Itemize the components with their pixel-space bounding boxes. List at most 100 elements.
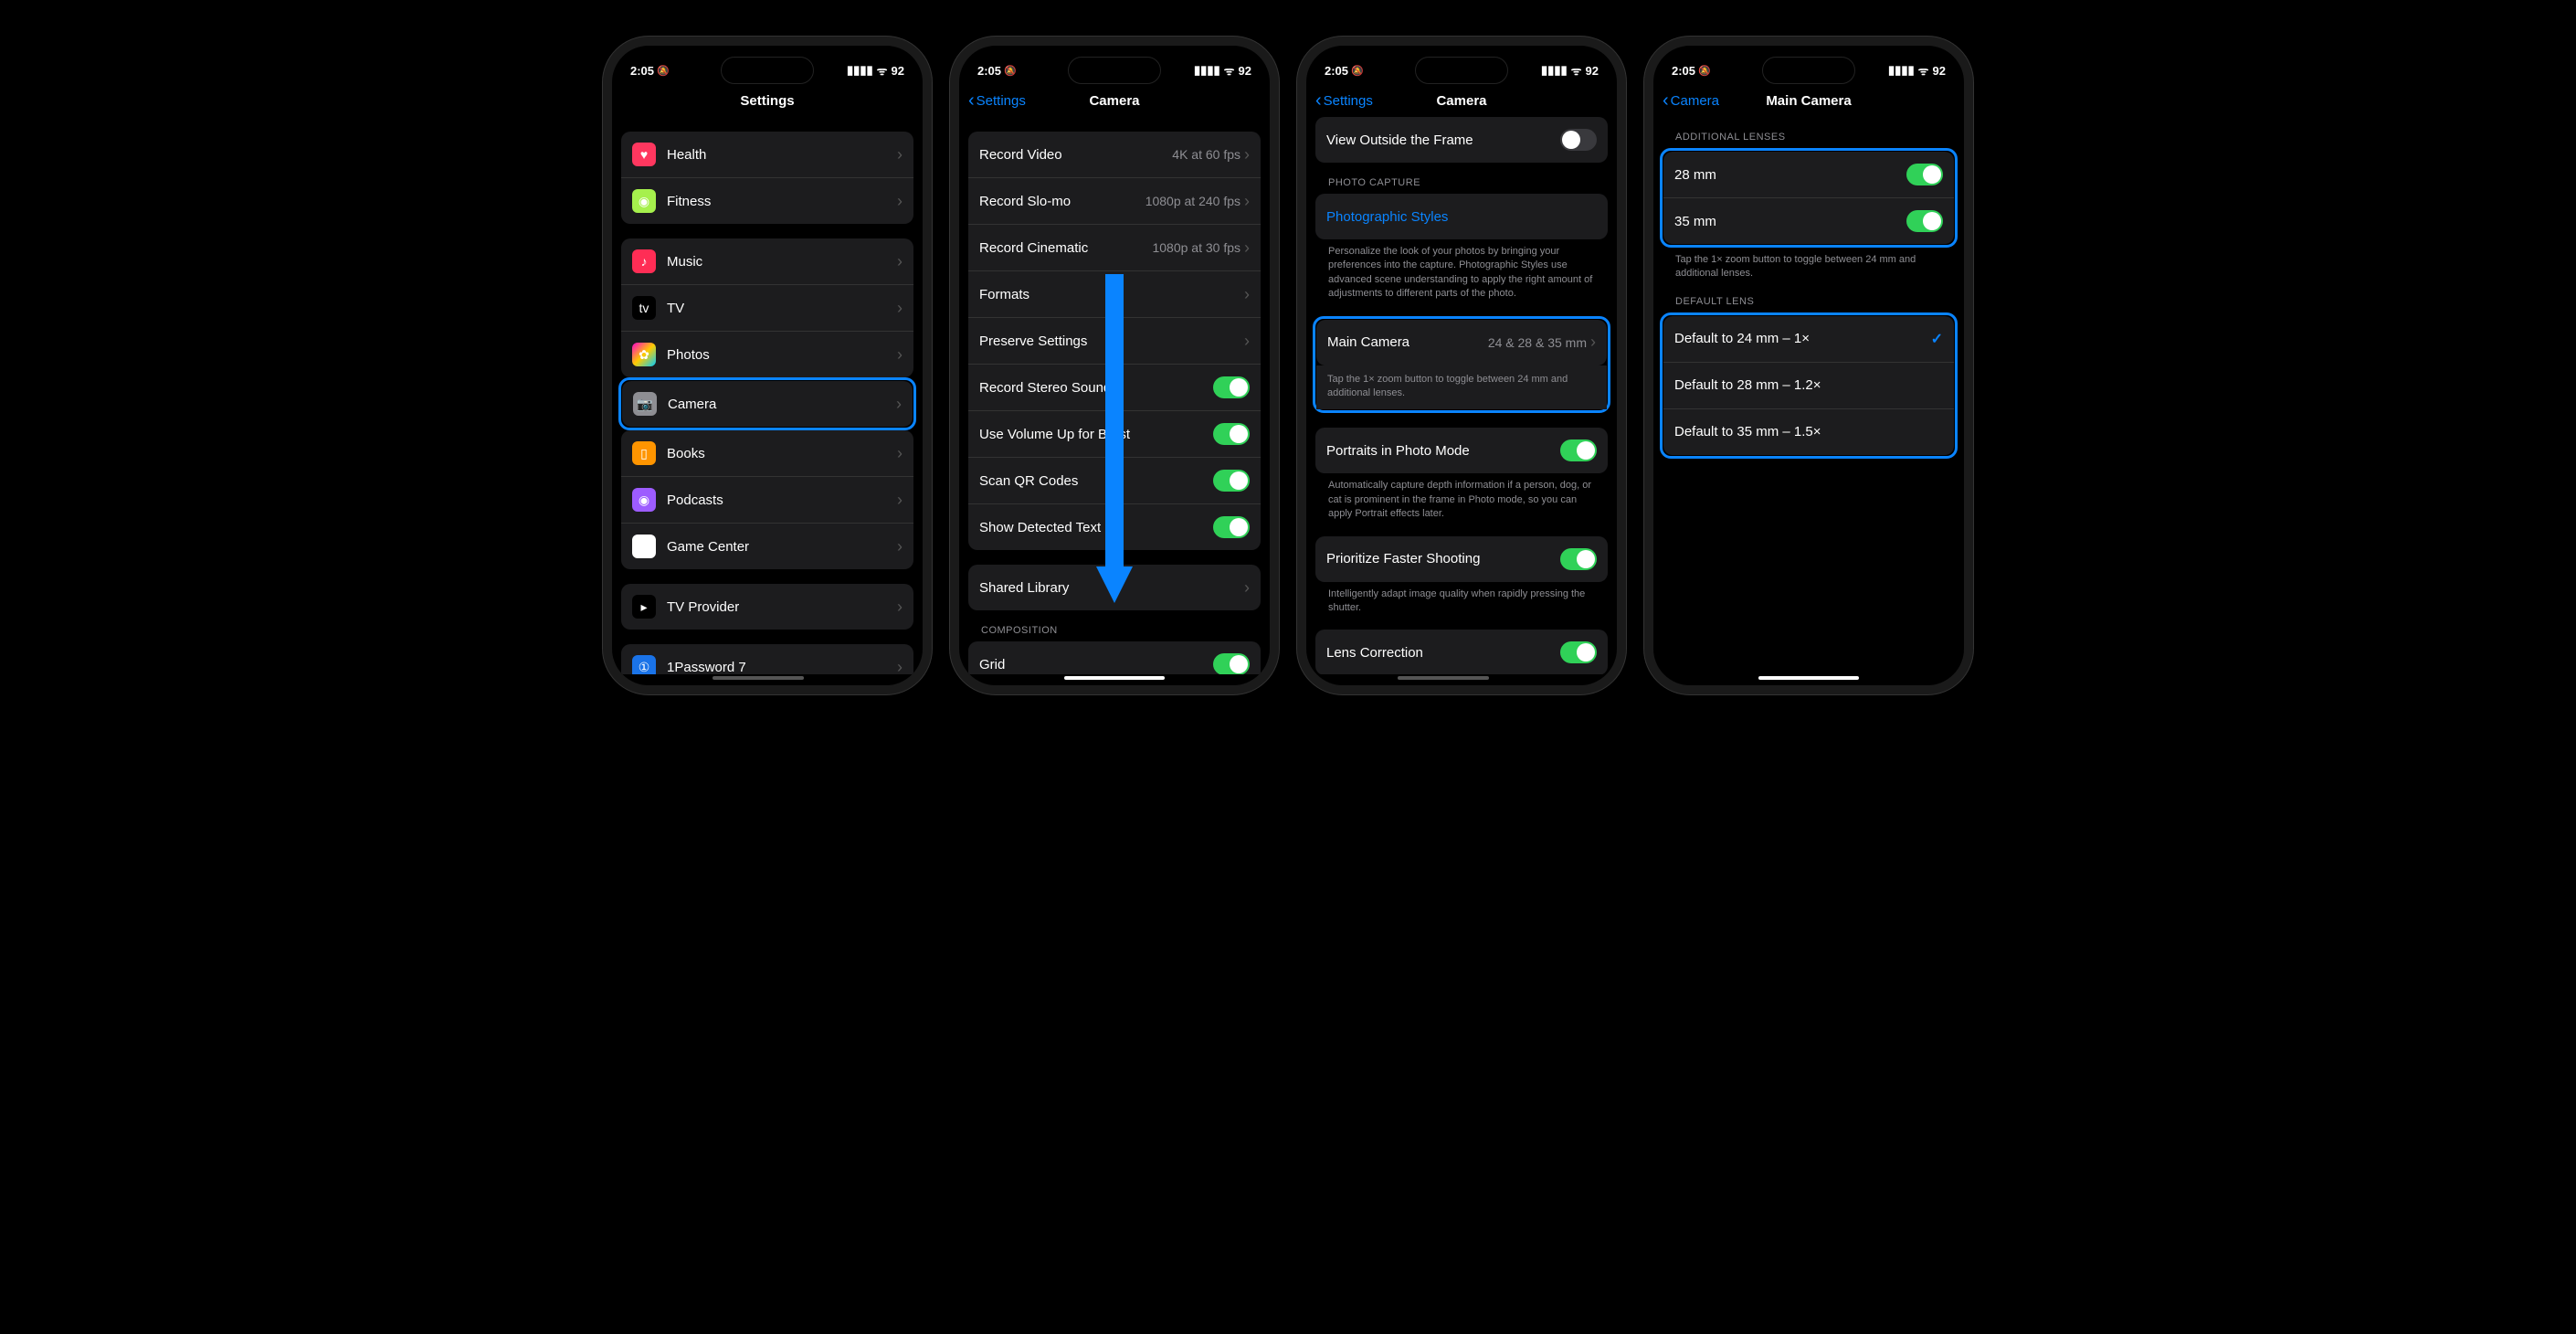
row-value: 1080p at 30 fps	[1152, 240, 1240, 255]
camera-row-lens-correction[interactable]: Lens Correction	[1315, 630, 1608, 674]
chevron-right-icon: ›	[1590, 333, 1596, 352]
chevron-left-icon: ‹	[1663, 91, 1669, 110]
settings-row-game-center[interactable]: ✦ Game Center ›	[621, 523, 913, 569]
row-label: Default to 24 mm – 1×	[1674, 331, 1931, 346]
camera-row-record-stereo-sound[interactable]: Record Stereo Sound	[968, 364, 1261, 410]
settings-row-camera[interactable]: 📷 Camera ›	[622, 381, 913, 427]
settings-row-tv-provider[interactable]: ▸ TV Provider ›	[621, 584, 913, 630]
main-camera-row[interactable]: Main Camera 24 & 28 & 35 mm ›	[1316, 320, 1607, 365]
camera-row-show-detected-text[interactable]: Show Detected Text	[968, 503, 1261, 550]
camera-row-portraits-in-photo-mode[interactable]: Portraits in Photo Mode	[1315, 428, 1608, 473]
silent-icon: 🔕	[1698, 65, 1711, 77]
battery-icon: 92	[1586, 64, 1599, 78]
lens-row-35-mm[interactable]: 35 mm	[1663, 197, 1954, 244]
row-label: Shared Library	[979, 580, 1244, 596]
toggle-switch[interactable]	[1560, 641, 1597, 663]
checkmark-icon: ✓	[1931, 330, 1943, 348]
row-label: Record Stereo Sound	[979, 380, 1213, 396]
battery-icon: 92	[892, 64, 904, 78]
phone-settings: 2:05🔕 ▮▮▮▮ᯤ92 Settings ♥ Health › ◉ Fitn…	[603, 37, 932, 694]
photographic-styles-row[interactable]: Photographic Styles	[1315, 194, 1608, 239]
row-label: 28 mm	[1674, 167, 1906, 183]
lenses-footer: Tap the 1× zoom button to toggle between…	[1663, 248, 1955, 281]
additional-lenses-header: ADDITIONAL LENSES	[1663, 132, 1955, 148]
camera-row-record-video[interactable]: Record Video 4K at 60 fps ›	[968, 132, 1261, 177]
settings-row-music[interactable]: ♪ Music ›	[621, 238, 913, 284]
row-label: Lens Correction	[1326, 645, 1560, 661]
row-label: Show Detected Text	[979, 520, 1213, 535]
toggle-switch[interactable]	[1560, 129, 1597, 151]
default-row-default-to-35-mm-–-1.5×[interactable]: Default to 35 mm – 1.5×	[1663, 408, 1954, 455]
settings-row-books[interactable]: ▯ Books ›	[621, 430, 913, 476]
app-icon: ▯	[632, 441, 656, 465]
back-button[interactable]: ‹Camera	[1663, 91, 1719, 110]
toggle-switch[interactable]	[1560, 439, 1597, 461]
toggle-switch[interactable]	[1906, 164, 1943, 185]
row-label: Portraits in Photo Mode	[1326, 443, 1560, 459]
camera-row-shared-library[interactable]: Shared Library ›	[968, 565, 1261, 610]
app-icon: ♥	[632, 143, 656, 166]
camera-row-use-volume-up-for-burst[interactable]: Use Volume Up for Burst	[968, 410, 1261, 457]
toggle-switch[interactable]	[1213, 516, 1250, 538]
dynamic-island	[1762, 57, 1855, 84]
chevron-right-icon: ›	[1244, 238, 1250, 258]
camera-settings-content[interactable]: Record Video 4K at 60 fps › Record Slo-m…	[959, 117, 1270, 674]
battery-icon: 92	[1933, 64, 1946, 78]
row-label: Record Slo-mo	[979, 194, 1145, 209]
row-label: 1Password 7	[667, 660, 897, 675]
settings-row-podcasts[interactable]: ◉ Podcasts ›	[621, 476, 913, 523]
settings-content[interactable]: ♥ Health › ◉ Fitness › ♪ Music › tv TV ›…	[612, 117, 923, 674]
nav-bar: ‹Settings Camera	[959, 84, 1270, 117]
chevron-right-icon: ›	[897, 145, 903, 164]
lens-row-28-mm[interactable]: 28 mm	[1663, 152, 1954, 197]
app-icon: 📷	[633, 392, 657, 416]
camera-row-record-cinematic[interactable]: Record Cinematic 1080p at 30 fps ›	[968, 224, 1261, 270]
camera-row-scan-qr-codes[interactable]: Scan QR Codes	[968, 457, 1261, 503]
row-label: Default to 35 mm – 1.5×	[1674, 424, 1943, 439]
app-icon: ①	[632, 655, 656, 674]
signal-icon: ▮▮▮▮	[847, 63, 873, 78]
row-label: Use Volume Up for Burst	[979, 427, 1213, 442]
row-label: Photos	[667, 347, 897, 363]
camera-row-record-slo-mo[interactable]: Record Slo-mo 1080p at 240 fps ›	[968, 177, 1261, 224]
chevron-right-icon: ›	[1244, 145, 1250, 164]
dynamic-island	[1415, 57, 1508, 84]
camera-photo-capture-content[interactable]: View Outside the Frame PHOTO CAPTURE Pho…	[1306, 117, 1617, 674]
chevron-right-icon: ›	[897, 658, 903, 675]
row-value: 24 & 28 & 35 mm	[1488, 335, 1587, 350]
settings-row-tv[interactable]: tv TV ›	[621, 284, 913, 331]
scroll-indicator	[713, 676, 804, 680]
default-row-default-to-24-mm-–-1×[interactable]: Default to 24 mm – 1× ✓	[1663, 316, 1954, 362]
app-icon: tv	[632, 296, 656, 320]
wifi-icon: ᯤ	[1571, 62, 1582, 79]
toggle-switch[interactable]	[1213, 470, 1250, 492]
camera-row-formats[interactable]: Formats ›	[968, 270, 1261, 317]
app-icon: ▸	[632, 595, 656, 619]
settings-row-fitness[interactable]: ◉ Fitness ›	[621, 177, 913, 224]
main-camera-content[interactable]: ADDITIONAL LENSES 28 mm 35 mm Tap the 1×…	[1653, 117, 1964, 674]
signal-icon: ▮▮▮▮	[1541, 63, 1568, 78]
camera-row-grid[interactable]: Grid	[968, 641, 1261, 674]
chevron-right-icon: ›	[897, 444, 903, 463]
row-label: Fitness	[667, 194, 897, 209]
phone-main-camera: 2:05🔕 ▮▮▮▮ᯤ92 ‹Camera Main Camera ADDITI…	[1644, 37, 1973, 694]
toggle-switch[interactable]	[1560, 548, 1597, 570]
row-label: Record Video	[979, 147, 1172, 163]
chevron-right-icon: ›	[897, 192, 903, 211]
row-value: 4K at 60 fps	[1172, 147, 1240, 162]
settings-row-1password-7[interactable]: ① 1Password 7 ›	[621, 644, 913, 674]
settings-row-health[interactable]: ♥ Health ›	[621, 132, 913, 177]
view-outside-frame-row[interactable]: View Outside the Frame	[1315, 117, 1608, 163]
toggle-switch[interactable]	[1213, 653, 1250, 674]
toggle-switch[interactable]	[1906, 210, 1943, 232]
default-row-default-to-28-mm-–-1.2×[interactable]: Default to 28 mm – 1.2×	[1663, 362, 1954, 408]
back-button[interactable]: ‹Settings	[1315, 91, 1373, 110]
chevron-right-icon: ›	[1244, 332, 1250, 351]
toggle-switch[interactable]	[1213, 423, 1250, 445]
row-label: 35 mm	[1674, 214, 1906, 229]
camera-row-preserve-settings[interactable]: Preserve Settings ›	[968, 317, 1261, 364]
toggle-switch[interactable]	[1213, 376, 1250, 398]
camera-row-prioritize-faster-shooting[interactable]: Prioritize Faster Shooting	[1315, 536, 1608, 582]
settings-row-photos[interactable]: ✿ Photos ›	[621, 331, 913, 377]
back-button[interactable]: ‹Settings	[968, 91, 1026, 110]
